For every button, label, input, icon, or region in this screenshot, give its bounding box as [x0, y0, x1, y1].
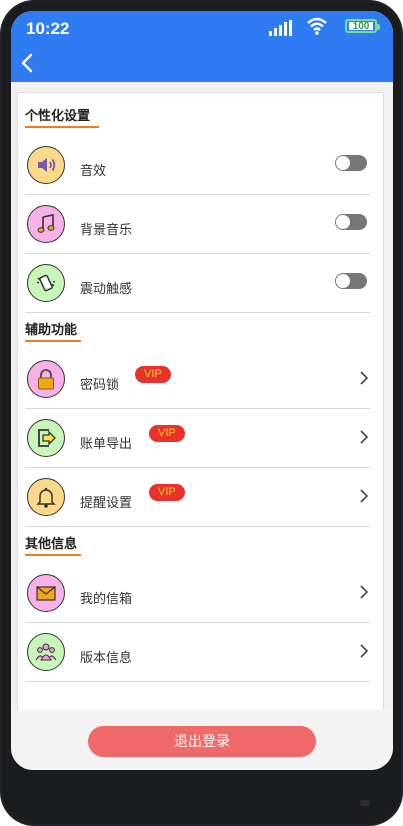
settings-row[interactable]: 密码锁 VIP [25, 350, 370, 409]
vip-badge: VIP [135, 366, 171, 383]
envelope-icon [27, 574, 65, 612]
back-arrow-icon[interactable] [17, 51, 37, 75]
screen: 10:22 100 个性化设置 音效 背景音乐 震动触感 辅助功能 密码锁 VI… [11, 11, 393, 770]
settings-row[interactable]: 提醒设置 VIP [25, 468, 370, 527]
toggle-switch[interactable] [335, 273, 367, 289]
settings-card: 个性化设置音效背景音乐震动触感辅助功能密码锁 VIP 账单导出 VIP 提醒设置 VIP 其… [17, 92, 384, 732]
chevron-right-icon [360, 430, 369, 444]
settings-row-label: 背景音乐 [80, 222, 133, 237]
chevron-right-icon [360, 644, 369, 658]
toggle-knob [336, 156, 350, 170]
section-title: 辅助功能 [25, 319, 81, 342]
vip-badge: VIP [149, 425, 185, 442]
users-icon [27, 633, 65, 671]
battery-icon: 100 [345, 19, 380, 33]
settings-row[interactable]: 版本信息 [25, 623, 370, 682]
toggle-knob [336, 274, 350, 288]
header-bar: 10:22 100 [11, 11, 393, 82]
settings-row-label: 密码锁 [80, 377, 120, 392]
music-note-icon [27, 205, 65, 243]
status-time: 10:22 [26, 19, 70, 38]
phone-frame: 10:22 100 个性化设置 音效 背景音乐 震动触感 辅助功能 密码锁 VI… [0, 0, 403, 826]
logout-button[interactable]: 退出登录 [88, 726, 316, 757]
lock-icon [27, 360, 65, 398]
settings-row-label: 提醒设置 [80, 495, 133, 510]
section-title-underline [25, 340, 81, 342]
export-icon [27, 419, 65, 457]
vibrate-icon [27, 264, 65, 302]
battery-nub [377, 24, 380, 30]
settings-row-label: 账单导出 [80, 436, 133, 451]
section-title: 个性化设置 [25, 105, 99, 128]
settings-row-label: 音效 [80, 163, 107, 178]
section-title: 其他信息 [25, 533, 81, 556]
battery-level: 100 [349, 22, 373, 32]
settings-row-label: 震动触感 [80, 281, 133, 296]
settings-row[interactable]: 我的信箱 [25, 564, 370, 623]
bottom-bar: 退出登录 [11, 710, 393, 770]
chevron-right-icon [360, 489, 369, 503]
wifi-icon [307, 17, 327, 35]
chevron-right-icon [360, 585, 369, 599]
phone-sensor [360, 800, 370, 806]
section-title-underline [25, 554, 81, 556]
settings-row-label: 版本信息 [80, 650, 133, 665]
toggle-switch[interactable] [335, 214, 367, 230]
toggle-knob [336, 215, 350, 229]
signal-icon [269, 20, 292, 36]
settings-row-label: 我的信箱 [80, 591, 133, 606]
speaker-icon [27, 146, 65, 184]
section-title-underline [25, 126, 99, 128]
settings-row[interactable]: 震动触感 [25, 254, 370, 313]
settings-content[interactable]: 个性化设置音效背景音乐震动触感辅助功能密码锁 VIP 账单导出 VIP 提醒设置 VIP 其… [11, 82, 393, 732]
toggle-switch[interactable] [335, 155, 367, 171]
bell-icon [27, 478, 65, 516]
settings-row[interactable]: 账单导出 VIP [25, 409, 370, 468]
vip-badge: VIP [149, 484, 185, 501]
settings-row[interactable]: 背景音乐 [25, 195, 370, 254]
chevron-right-icon [360, 371, 369, 385]
settings-row[interactable]: 音效 [25, 136, 370, 195]
